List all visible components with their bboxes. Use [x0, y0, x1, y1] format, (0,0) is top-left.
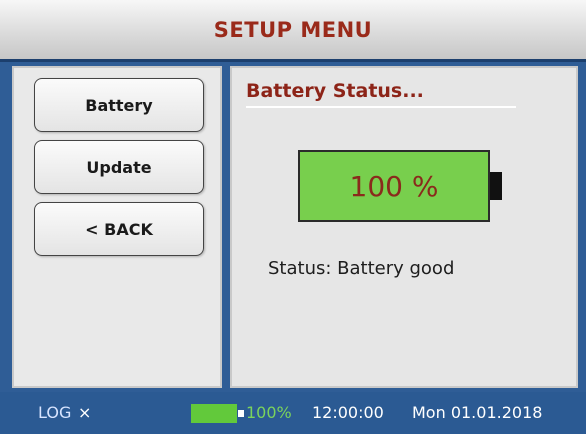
battery-status-panel: Battery Status... 100 % Status: Battery … [230, 66, 578, 388]
back-button[interactable]: < BACK [34, 202, 204, 256]
page-title: SETUP MENU [213, 17, 373, 42]
battery-icon: 100 % [298, 150, 490, 222]
battery-tip-icon [238, 410, 244, 417]
battery-percent-text: 100 % [349, 169, 439, 203]
menu-panel: Battery Update < BACK [12, 66, 222, 388]
clock-time: 12:00:00 [312, 403, 384, 422]
status-bar: LOG × 100% 12:00:00 Mon 01.01.2018 [0, 392, 586, 434]
clock-date: Mon 01.01.2018 [412, 403, 543, 422]
close-icon[interactable]: × [78, 403, 91, 422]
footer-battery-percent: 100% [246, 403, 292, 422]
log-label[interactable]: LOG [38, 403, 71, 422]
panel-title: Battery Status... [246, 80, 516, 108]
battery-button[interactable]: Battery [34, 78, 204, 132]
battery-level-icon [191, 404, 237, 423]
update-button[interactable]: Update [34, 140, 204, 194]
setup-menu-header: SETUP MENU [0, 0, 586, 62]
battery-status-text: Status: Battery good [268, 258, 455, 279]
device-screen: SETUP MENU Battery Update < BACK Battery… [0, 0, 586, 434]
battery-terminal-icon [490, 172, 502, 200]
